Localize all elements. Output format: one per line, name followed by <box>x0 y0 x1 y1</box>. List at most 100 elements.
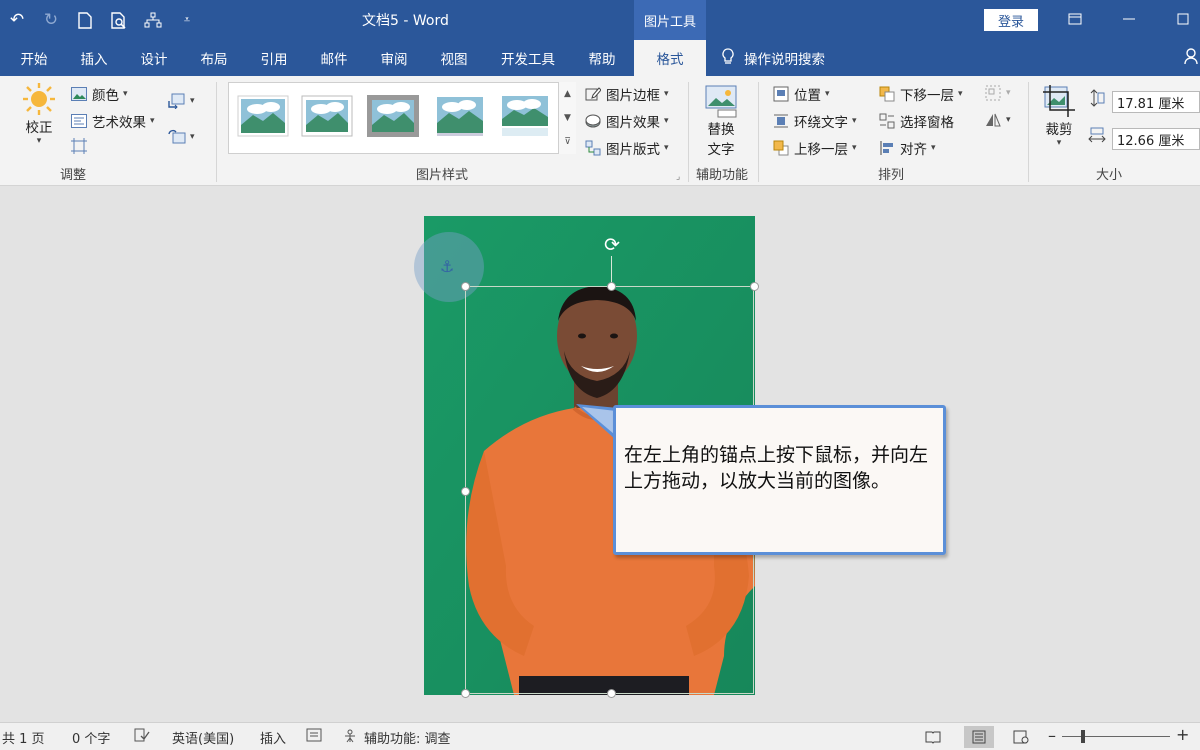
minimize-icon[interactable] <box>1116 8 1142 30</box>
picture-border-button[interactable]: 图片边框 ▾ <box>584 84 669 104</box>
selection-pane-button[interactable]: 选择窗格 <box>878 111 954 131</box>
rotate-button[interactable]: ▾ <box>984 111 1011 129</box>
zoom-slider-thumb[interactable] <box>1081 730 1085 743</box>
zoom-slider[interactable] <box>1062 736 1170 737</box>
undo-icon[interactable]: ↶ <box>0 3 34 37</box>
tab-home[interactable]: 开始 <box>8 40 60 76</box>
language-status[interactable]: 英语(美国) <box>172 728 234 747</box>
align-label: 对齐 <box>900 142 927 158</box>
chevron-down-icon: ▾ <box>664 116 669 126</box>
chevron-down-icon: ▾ <box>123 89 128 99</box>
proofing-icon[interactable] <box>134 728 150 742</box>
rotate-handle-icon[interactable]: ⟳ <box>601 234 623 256</box>
lightbulb-icon <box>722 47 734 69</box>
new-doc-icon[interactable] <box>68 3 102 37</box>
read-mode-icon[interactable] <box>918 726 948 748</box>
width-input[interactable]: 12.66 厘米 <box>1112 128 1200 150</box>
dialog-launcher-icon[interactable]: ⌟ <box>676 172 680 182</box>
tab-references[interactable]: 引用 <box>248 40 300 76</box>
chevron-down-icon: ▾ <box>825 89 830 99</box>
macro-icon[interactable] <box>306 728 322 742</box>
picture-style-thumb[interactable] <box>237 95 289 137</box>
wrap-text-icon <box>772 112 790 130</box>
tab-format[interactable]: 格式 <box>634 40 706 76</box>
tab-developer[interactable]: 开发工具 <box>492 40 564 76</box>
chevron-down-icon: ▾ <box>664 143 669 153</box>
reset-picture-icon <box>168 128 186 146</box>
change-picture-button[interactable]: ▾ <box>168 92 195 110</box>
group-objects-button[interactable]: ▾ <box>984 84 1011 102</box>
print-layout-icon[interactable] <box>964 726 994 748</box>
resize-handle-top-right[interactable] <box>750 282 759 291</box>
send-backward-label: 下移一层 <box>900 88 954 104</box>
zoom-in-icon[interactable]: + <box>1176 725 1189 744</box>
anchor-icon[interactable]: ⚓ <box>440 257 454 276</box>
share-person-icon[interactable] <box>1184 48 1198 68</box>
picture-style-thumb[interactable] <box>367 95 419 137</box>
ribbon-format: 校正 ▾ 颜色 ▾ 艺术效果 ▾ ▾ ▾ 调整 ▲ ▼ ⊽ 图片边框 ▾ 图片效… <box>0 76 1200 186</box>
picture-color-icon <box>70 85 88 103</box>
callout-text: 在左上角的锚点上按下鼠标，并向左上方拖动，以放大当前的图像。 <box>624 444 929 492</box>
accessibility-status[interactable]: 辅助功能: 调查 <box>344 728 451 747</box>
position-icon <box>772 85 790 103</box>
customize-qat-icon[interactable]: ⩡ <box>170 3 204 37</box>
tab-review[interactable]: 审阅 <box>368 40 420 76</box>
tab-design[interactable]: 设计 <box>128 40 180 76</box>
alt-text-label-line1: 替换 <box>707 122 735 138</box>
picture-effects-button[interactable]: 图片效果 ▾ <box>584 111 669 131</box>
height-input[interactable]: 17.81 厘米 <box>1112 91 1200 113</box>
color-button[interactable]: 颜色 ▾ <box>70 84 128 104</box>
chevron-down-icon: ▾ <box>852 116 857 126</box>
align-button[interactable]: 对齐 ▾ <box>878 138 936 158</box>
resize-handle-bottom[interactable] <box>607 689 616 698</box>
tab-mailings[interactable]: 邮件 <box>308 40 360 76</box>
resize-handle-top[interactable] <box>607 282 616 291</box>
reset-picture-button[interactable]: ▾ <box>168 128 195 146</box>
position-button[interactable]: 位置 ▾ <box>772 84 830 104</box>
web-layout-icon[interactable] <box>1006 726 1036 748</box>
tab-help[interactable]: 帮助 <box>576 40 628 76</box>
picture-style-thumb[interactable] <box>301 95 353 137</box>
selection-pane-label: 选择窗格 <box>900 115 954 131</box>
send-backward-button[interactable]: 下移一层 ▾ <box>878 84 963 104</box>
tell-me-search[interactable]: 操作说明搜索 <box>722 40 825 76</box>
gallery-more-icon[interactable]: ⊽ <box>564 137 571 147</box>
resize-handle-left[interactable] <box>461 487 470 496</box>
picture-style-thumb[interactable] <box>434 95 486 137</box>
gallery-up-icon[interactable]: ▲ <box>564 89 571 99</box>
tab-view[interactable]: 视图 <box>428 40 480 76</box>
picture-effects-label: 图片效果 <box>606 115 660 131</box>
wrap-text-label: 环绕文字 <box>794 115 848 131</box>
print-preview-icon[interactable] <box>102 3 136 37</box>
compress-pictures-button[interactable] <box>70 137 88 155</box>
word-count[interactable]: 0 个字 <box>72 728 110 747</box>
login-button[interactable]: 登录 <box>984 9 1038 31</box>
maximize-icon[interactable] <box>1170 8 1196 30</box>
wrap-text-button[interactable]: 环绕文字 ▾ <box>772 111 857 131</box>
redo-icon[interactable]: ↻ <box>34 3 68 37</box>
picture-style-thumb[interactable] <box>499 95 551 137</box>
gallery-scroll[interactable]: ▲ ▼ ⊽ <box>558 82 576 154</box>
insert-mode[interactable]: 插入 <box>260 728 286 747</box>
picture-styles-gallery <box>228 82 576 154</box>
position-label: 位置 <box>794 88 821 104</box>
resize-handle-bottom-left[interactable] <box>461 689 470 698</box>
page-count[interactable]: 共 1 页 <box>2 728 45 747</box>
resize-handle-top-left[interactable] <box>461 282 470 291</box>
ribbon-display-icon[interactable] <box>1062 8 1088 30</box>
crop-icon <box>1042 84 1076 118</box>
bring-forward-button[interactable]: 上移一层 ▾ <box>772 138 857 158</box>
tab-insert[interactable]: 插入 <box>68 40 120 76</box>
artistic-effects-button[interactable]: 艺术效果 ▾ <box>70 111 155 131</box>
picture-layout-button[interactable]: 图片版式 ▾ <box>584 138 669 158</box>
chevron-down-icon: ▾ <box>958 89 963 99</box>
tab-layout[interactable]: 布局 <box>188 40 240 76</box>
corrections-button[interactable]: 校正 ▾ <box>22 82 56 146</box>
zoom-out-icon[interactable]: – <box>1048 726 1056 745</box>
alt-text-icon <box>704 84 738 118</box>
change-picture-icon <box>168 92 186 110</box>
crop-button[interactable]: 裁剪 ▾ <box>1042 84 1076 148</box>
tree-icon[interactable] <box>136 3 170 37</box>
gallery-down-icon[interactable]: ▼ <box>564 113 571 123</box>
alt-text-button[interactable]: 替换 文字 <box>704 84 738 158</box>
